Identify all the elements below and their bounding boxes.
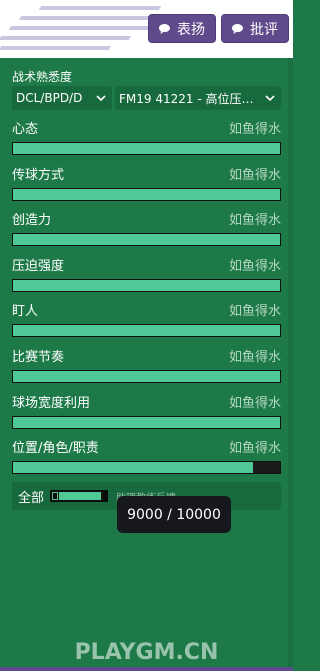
bottom-edge — [0, 667, 293, 671]
all-label: 全部 — [18, 490, 45, 506]
bar-handle-icon — [52, 492, 59, 500]
attribute-name: 位置/角色/职责 — [12, 440, 99, 456]
familiarity-bar-fill — [13, 325, 280, 336]
attribute-status: 如鱼得水 — [228, 121, 281, 137]
attribute-position-role-duty: 位置/角色/职责 如鱼得水 — [12, 437, 281, 474]
attribute-pressing-intensity: 压迫强度 如鱼得水 — [12, 255, 281, 292]
attribute-name: 心态 — [12, 121, 39, 137]
progress-tooltip: 9000 / 10000 — [117, 496, 231, 533]
attribute-status: 如鱼得水 — [228, 395, 281, 411]
attribute-passing-style: 传球方式 如鱼得水 — [12, 164, 281, 201]
familiarity-bar[interactable] — [12, 142, 281, 155]
chevron-down-icon — [265, 91, 275, 105]
familiarity-bar-fill — [13, 189, 280, 200]
familiarity-bar-fill — [13, 371, 280, 382]
speech-bubble-icon — [231, 23, 244, 35]
criticize-button[interactable]: 批评 — [221, 14, 289, 43]
banner-stripe — [0, 46, 112, 50]
watermark: PLAYGM.CN — [74, 640, 219, 665]
familiarity-bar[interactable] — [12, 461, 281, 474]
attribute-tempo: 比赛节奏 如鱼得水 — [12, 346, 281, 383]
attribute-status: 如鱼得水 — [228, 440, 281, 456]
overall-familiarity-bar[interactable] — [50, 490, 109, 502]
attribute-name: 盯人 — [12, 303, 39, 319]
banner-stripe — [18, 16, 162, 20]
attribute-mentality: 心态 如鱼得水 — [12, 118, 281, 155]
banner-stripe — [0, 36, 132, 40]
panel-edge — [288, 58, 293, 671]
familiarity-bar[interactable] — [12, 416, 281, 429]
familiarity-bar[interactable] — [12, 233, 281, 246]
praise-button[interactable]: 表扬 — [148, 14, 216, 43]
familiarity-bar-fill — [13, 143, 280, 154]
speech-bubble-icon — [158, 23, 171, 35]
attribute-creative-freedom: 创造力 如鱼得水 — [12, 209, 281, 246]
banner-stripe — [38, 6, 162, 10]
tooltip-text: 9000 / 10000 — [127, 506, 221, 523]
position-select[interactable]: DCL/BPD/D — [12, 86, 112, 110]
criticize-label: 批评 — [250, 21, 278, 38]
familiarity-bar-fill — [13, 462, 254, 473]
tactic-select-value: FM19 41221 - 高位压迫E... — [119, 91, 265, 106]
attribute-name: 创造力 — [12, 212, 52, 228]
attribute-status: 如鱼得水 — [228, 212, 281, 228]
familiarity-bar[interactable] — [12, 370, 281, 383]
tactical-familiarity-title: 战术熟悉度 — [12, 70, 73, 84]
familiarity-bar-fill — [13, 234, 280, 245]
attribute-name: 球场宽度利用 — [12, 395, 91, 411]
familiarity-bar-fill — [13, 417, 280, 428]
familiarity-bar[interactable] — [12, 279, 281, 292]
praise-label: 表扬 — [177, 21, 205, 38]
chevron-down-icon — [96, 91, 106, 105]
attribute-name: 压迫强度 — [12, 258, 65, 274]
attribute-name: 比赛节奏 — [12, 349, 65, 365]
familiarity-bar[interactable] — [12, 188, 281, 201]
attribute-marking: 盯人 如鱼得水 — [12, 300, 281, 337]
attribute-status: 如鱼得水 — [228, 303, 281, 319]
header-actions: 表扬 批评 — [148, 14, 289, 43]
attribute-status: 如鱼得水 — [228, 349, 281, 365]
attribute-width: 球场宽度利用 如鱼得水 — [12, 392, 281, 429]
tactic-select[interactable]: FM19 41221 - 高位压迫E... — [115, 86, 281, 110]
position-select-value: DCL/BPD/D — [16, 91, 83, 105]
familiarity-bar[interactable] — [12, 324, 281, 337]
banner-stripe — [8, 26, 152, 30]
attribute-status: 如鱼得水 — [228, 167, 281, 183]
attribute-name: 传球方式 — [12, 167, 65, 183]
attribute-status: 如鱼得水 — [228, 258, 281, 274]
familiarity-bar-fill — [13, 280, 280, 291]
overall-familiarity-fill — [59, 492, 102, 500]
